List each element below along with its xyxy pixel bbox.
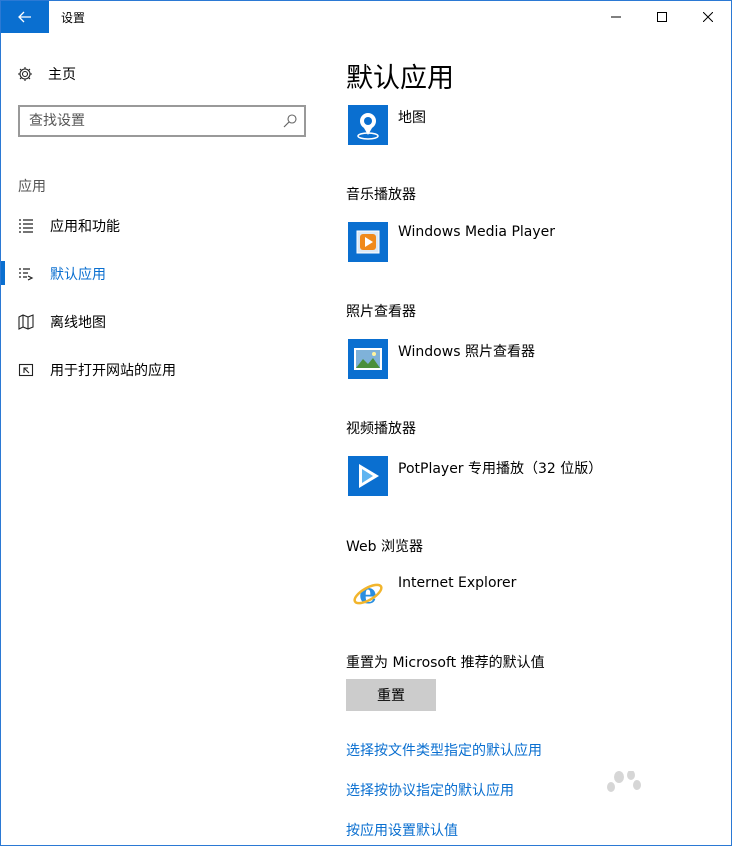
- default-app-photo[interactable]: Windows 照片查看器: [346, 339, 706, 381]
- gear-icon: [18, 67, 32, 81]
- reset-description: 重置为 Microsoft 推荐的默认值: [346, 655, 545, 671]
- link-default-by-app[interactable]: 按应用设置默认值: [346, 820, 458, 840]
- default-app-browser[interactable]: e Internet Explorer: [346, 573, 706, 615]
- home-nav[interactable]: 主页: [17, 63, 76, 85]
- home-label: 主页: [48, 67, 76, 83]
- map-icon: [18, 314, 34, 330]
- back-button[interactable]: [1, 1, 49, 33]
- category-label-music: 音乐播放器: [346, 187, 416, 203]
- sidebar-item-label: 默认应用: [50, 267, 106, 283]
- sidebar-item-label: 离线地图: [50, 315, 106, 331]
- app-name: Windows Media Player: [398, 224, 556, 240]
- category-label-photo: 照片查看器: [346, 304, 416, 320]
- app-name: Windows 照片查看器: [398, 344, 535, 360]
- minimize-button[interactable]: [593, 1, 639, 33]
- maximize-button[interactable]: [639, 1, 685, 33]
- media-player-icon: [348, 222, 388, 262]
- minimize-icon: [611, 16, 621, 18]
- category-label-browser: Web 浏览器: [346, 539, 423, 555]
- title-bar: 设置: [1, 1, 731, 33]
- default-app-maps[interactable]: 地图: [346, 105, 706, 147]
- link-default-by-file-type[interactable]: 选择按文件类型指定的默认应用: [346, 740, 542, 760]
- default-apps-icon: [19, 268, 34, 281]
- back-arrow-icon: [18, 11, 31, 23]
- close-icon: [703, 12, 713, 22]
- sidebar-item-label: 用于打开网站的应用: [50, 363, 176, 379]
- app-name: PotPlayer 专用播放（32 位版）: [398, 461, 603, 477]
- window-title: 设置: [61, 11, 86, 25]
- default-app-music[interactable]: Windows Media Player: [346, 222, 706, 264]
- app-name: 地图: [398, 110, 426, 126]
- page-title: 默认应用: [346, 63, 454, 94]
- maps-app-icon: [348, 105, 388, 145]
- internet-explorer-icon: e: [348, 573, 388, 613]
- link-default-by-protocol[interactable]: 选择按协议指定的默认应用: [346, 780, 514, 800]
- list-icon: [19, 219, 33, 233]
- search-icon[interactable]: [282, 113, 298, 129]
- sidebar-item-apps-features[interactable]: 应用和功能: [1, 208, 321, 242]
- app-name: Internet Explorer: [398, 575, 517, 591]
- sidebar-item-label: 应用和功能: [50, 219, 120, 235]
- photo-viewer-icon: [348, 339, 388, 379]
- sidebar-item-default-apps[interactable]: 默认应用: [1, 256, 321, 290]
- default-app-video[interactable]: PotPlayer 专用播放（32 位版）: [346, 456, 706, 498]
- potplayer-icon: [348, 456, 388, 496]
- search-input[interactable]: [20, 107, 270, 135]
- open-website-icon: [18, 363, 34, 377]
- sidebar-item-apps-for-websites[interactable]: 用于打开网站的应用: [1, 352, 321, 386]
- sidebar-item-offline-maps[interactable]: 离线地图: [1, 304, 321, 338]
- category-label-video: 视频播放器: [346, 421, 416, 437]
- search-box[interactable]: [18, 105, 306, 137]
- baidu-watermark: [561, 770, 731, 831]
- maximize-icon: [657, 12, 667, 22]
- close-button[interactable]: [685, 1, 731, 33]
- svg-text:e: e: [359, 577, 377, 610]
- active-indicator: [1, 261, 5, 285]
- reset-button[interactable]: 重置: [346, 679, 436, 711]
- settings-window: 设置 主页 应用 应用和功能: [0, 0, 732, 846]
- section-label-apps: 应用: [18, 179, 46, 195]
